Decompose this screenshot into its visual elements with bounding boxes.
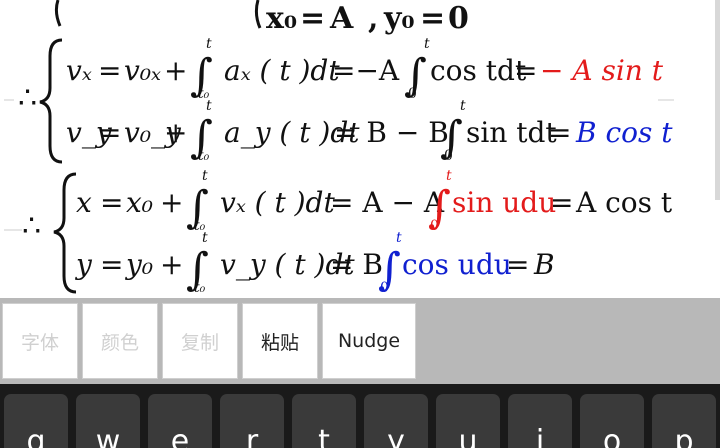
key-o[interactable]: o [580,394,644,448]
svg-text:t: t [424,36,430,52]
svg-text:=: = [100,248,123,281]
svg-text:0: 0 [380,280,389,296]
svg-text:+: + [164,54,187,87]
svg-text:− A sin t: − A sin t [540,54,664,87]
svg-text:v₀ₓ: v₀ₓ [124,54,161,87]
eq0-line: x₀ = A , y₀ = 0 [266,1,469,36]
color-button[interactable]: 颜色 [82,303,158,379]
nudge-button[interactable]: Nudge [322,303,416,379]
svg-text:aₓ ( t )dt: aₓ ( t )dt [224,54,340,87]
svg-text:= B − B: = B − B [334,116,449,149]
svg-text:B: B [533,248,555,281]
therefore-symbol-1: ∴ [18,81,37,116]
svg-text:cos udu: cos udu [402,248,512,281]
svg-text:0: 0 [408,86,417,102]
svg-text:=: = [506,248,529,281]
svg-text:t₀: t₀ [194,280,206,296]
svg-text:= B: = B [330,248,383,281]
svg-text:y₀: y₀ [124,248,153,281]
svg-text:=: = [98,54,121,87]
svg-text:+: + [164,116,187,149]
svg-text:vₓ: vₓ [66,54,92,87]
document-canvas[interactable]: x₀ = A , y₀ = 0 ∴ vₓ = v₀ₓ + ∫ t t₀ aₓ (… [0,0,720,298]
key-e[interactable]: e [148,394,212,448]
svg-text:+: + [160,248,183,281]
svg-text:y: y [74,248,93,281]
therefore-symbol-2: ∴ [22,209,41,244]
svg-text:=: = [548,116,571,149]
key-r[interactable]: r [220,394,284,448]
svg-text:t: t [396,230,402,246]
svg-text:t: t [202,168,208,184]
svg-text:A cos t: A cos t [575,186,673,219]
svg-text:x₀: x₀ [126,186,153,219]
svg-text:+: + [160,186,183,219]
document-scrollbar[interactable] [715,0,720,200]
svg-text:x: x [76,186,92,219]
svg-text:t: t [460,98,466,114]
font-button[interactable]: 字体 [2,303,78,379]
svg-text:=: = [514,54,537,87]
svg-text:t₀: t₀ [198,148,210,164]
svg-text:=: = [550,186,573,219]
svg-text:cos tdt: cos tdt [430,54,527,87]
edit-toolbar: 字体 颜色 复制 粘贴 Nudge [0,298,720,384]
key-u[interactable]: u [436,394,500,448]
svg-text:t: t [446,168,452,184]
svg-text:t: t [202,230,208,246]
key-q[interactable]: q [4,394,68,448]
eq1-line: vₓ = v₀ₓ + ∫ t t₀ aₓ ( t )dt =−A ∫ t 0 c… [66,36,664,102]
eq3-line: x = x₀ + ∫ t t₀ vₓ ( t )dt = A − A ∫ t 0… [76,168,673,234]
svg-text:t: t [206,98,212,114]
eq2-line: v_y = v₀_y + ∫ t t₀ a_y ( t )dt = B − B … [66,98,673,164]
brace-1 [39,38,63,164]
brace-top-partial [54,0,62,27]
copy-button[interactable]: 复制 [162,303,238,379]
eq4-line: y = y₀ + ∫ t t₀ v_y ( t )dt = B ∫ t 0 co… [74,230,555,296]
key-y[interactable]: y [364,394,428,448]
paste-button[interactable]: 粘贴 [242,303,318,379]
svg-text:=−A: =−A [332,54,400,87]
key-i[interactable]: i [508,394,572,448]
svg-text:sin udu: sin udu [452,186,556,219]
svg-text:0: 0 [430,218,439,234]
soft-keyboard: q w e r t y u i o p [0,384,720,448]
svg-text:B cos t: B cos t [575,116,673,149]
svg-text:=: = [100,186,123,219]
svg-text:=: = [98,116,121,149]
equation-svg: x₀ = A , y₀ = 0 ∴ vₓ = v₀ₓ + ∫ t t₀ aₓ (… [4,0,674,296]
key-t[interactable]: t [292,394,356,448]
svg-text:0: 0 [444,148,453,164]
svg-text:t: t [206,36,212,52]
key-p[interactable]: p [652,394,716,448]
svg-text:vₓ ( t )dt: vₓ ( t )dt [220,186,335,219]
brace-2 [53,172,77,294]
brace-top-partial-2 [254,0,262,29]
key-w[interactable]: w [76,394,140,448]
svg-text:sin tdt: sin tdt [466,116,557,149]
